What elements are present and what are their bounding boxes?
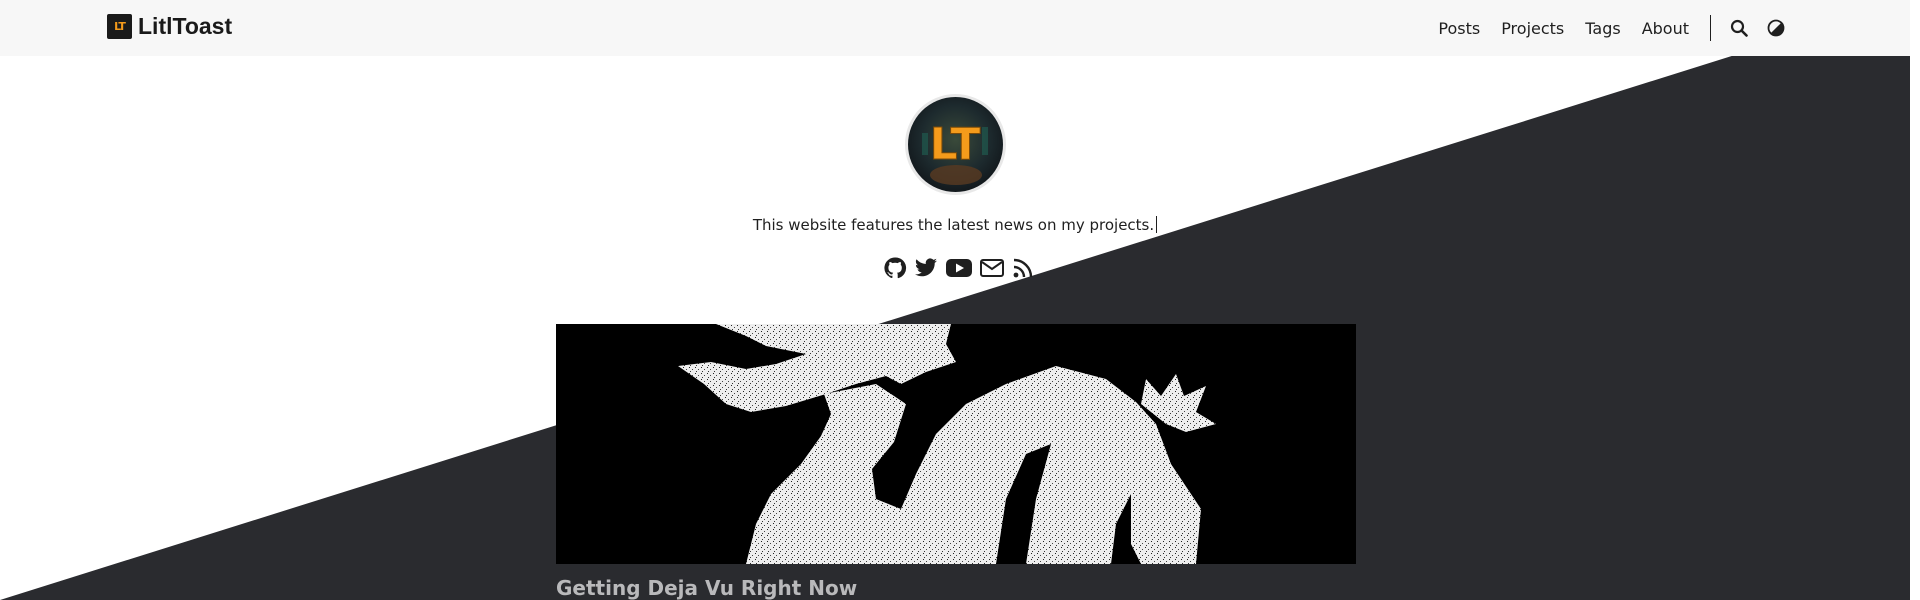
- rss-icon[interactable]: [1011, 256, 1035, 280]
- search-icon[interactable]: [1730, 19, 1748, 37]
- avatar-monogram: LT: [930, 119, 981, 170]
- site-brand[interactable]: LT LitlToast: [107, 13, 232, 40]
- social-links: [883, 256, 1035, 280]
- dragon-silhouette: [556, 324, 1356, 564]
- nav-divider: [1710, 15, 1711, 41]
- main-nav: Posts Projects Tags About: [1417, 0, 1785, 56]
- youtube-icon[interactable]: [945, 256, 973, 280]
- bio-text: This website features the latest news on…: [752, 216, 1155, 234]
- site-header: LT LitlToast Posts Projects Tags About: [0, 0, 1910, 56]
- email-icon[interactable]: [979, 256, 1005, 280]
- post-cover-image[interactable]: [556, 324, 1356, 564]
- site-bio: This website features the latest news on…: [0, 216, 1910, 234]
- nav-tags[interactable]: Tags: [1585, 19, 1620, 38]
- site-logo: LT: [107, 14, 132, 39]
- site-name: LitlToast: [138, 13, 233, 39]
- theme-toggle-icon[interactable]: [1767, 19, 1785, 37]
- scrollbar-track[interactable]: [1910, 0, 1920, 600]
- github-icon[interactable]: [883, 256, 907, 280]
- twitter-icon[interactable]: [913, 256, 939, 280]
- text-caret: [1156, 216, 1158, 233]
- nav-posts[interactable]: Posts: [1438, 19, 1480, 38]
- avatar: LT: [905, 94, 1006, 195]
- nav-about[interactable]: About: [1642, 19, 1689, 38]
- nav-projects[interactable]: Projects: [1501, 19, 1564, 38]
- post-title[interactable]: Getting Deja Vu Right Now: [556, 576, 857, 600]
